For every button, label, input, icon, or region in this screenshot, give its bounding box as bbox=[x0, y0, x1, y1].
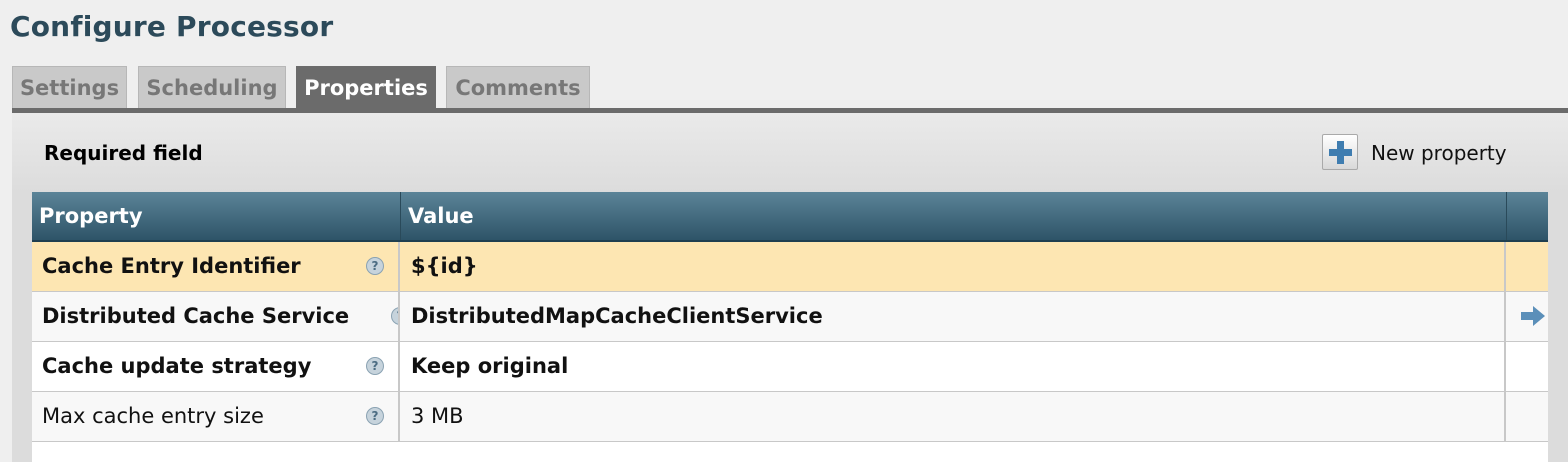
dialog-title: Configure Processor bbox=[10, 10, 334, 43]
property-name: Cache update strategy ? bbox=[32, 342, 400, 391]
property-name: Distributed Cache Service ? bbox=[32, 292, 400, 341]
properties-table: Property Value Cache Entry Identifier ? … bbox=[32, 192, 1548, 462]
property-value[interactable]: 3 MB bbox=[400, 392, 1506, 441]
property-value[interactable]: Keep original bbox=[400, 342, 1506, 391]
tab-settings[interactable]: Settings bbox=[12, 66, 127, 108]
property-name: Cache Entry Identifier ? bbox=[32, 242, 400, 291]
table-row[interactable]: Cache Entry Identifier ? ${id} bbox=[32, 242, 1548, 292]
arrow-right-icon[interactable] bbox=[1520, 305, 1546, 327]
new-property-label[interactable]: New property bbox=[1371, 141, 1507, 165]
property-name: Max cache entry size ? bbox=[32, 392, 400, 441]
row-actions bbox=[1506, 342, 1548, 391]
tab-scheduling[interactable]: Scheduling bbox=[138, 66, 286, 108]
help-icon[interactable]: ? bbox=[366, 407, 384, 425]
help-icon[interactable]: ? bbox=[366, 257, 384, 275]
column-header-value[interactable]: Value bbox=[401, 192, 1507, 240]
row-actions bbox=[1506, 242, 1548, 291]
required-field-label: Required field bbox=[44, 141, 203, 165]
tab-properties[interactable]: Properties bbox=[296, 66, 436, 108]
help-icon[interactable]: ? bbox=[366, 357, 384, 375]
property-value[interactable]: DistributedMapCacheClientService bbox=[400, 292, 1506, 341]
help-icon[interactable]: ? bbox=[391, 307, 398, 325]
tab-comments[interactable]: Comments bbox=[446, 66, 590, 108]
table-row[interactable]: Distributed Cache Service ? DistributedM… bbox=[32, 292, 1548, 342]
table-row[interactable]: Cache update strategy ? Keep original bbox=[32, 342, 1548, 392]
row-actions bbox=[1506, 392, 1548, 441]
row-actions bbox=[1506, 292, 1548, 341]
property-value[interactable]: ${id} bbox=[400, 242, 1506, 291]
new-property-button[interactable] bbox=[1322, 134, 1358, 170]
column-header-actions bbox=[1507, 192, 1548, 240]
column-header-property[interactable]: Property bbox=[32, 192, 401, 240]
table-header: Property Value bbox=[32, 192, 1548, 242]
table-row[interactable]: Max cache entry size ? 3 MB bbox=[32, 392, 1548, 442]
